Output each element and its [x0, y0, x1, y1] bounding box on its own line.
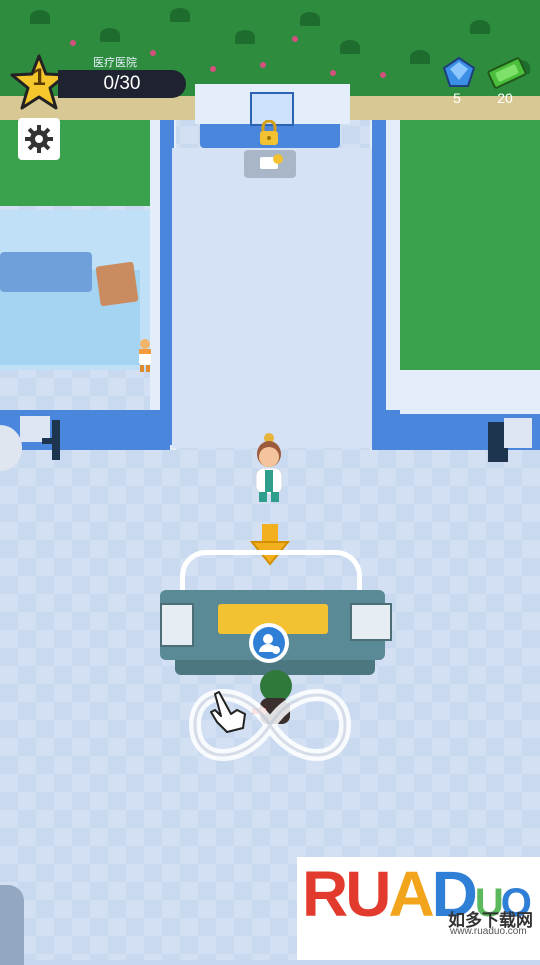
plant: [300, 12, 320, 26]
hospital-name: 医疗医院: [93, 57, 137, 69]
waiting-chair: [20, 416, 60, 460]
plant: [30, 10, 50, 24]
cardboard-box: [95, 261, 139, 307]
plant: [170, 8, 190, 22]
plant: [100, 28, 120, 42]
computer-monitor: [160, 603, 194, 647]
plant: [235, 30, 255, 44]
right-room-wall-top: [400, 370, 540, 414]
person-icon[interactable]: [248, 622, 290, 664]
computer-monitor: [350, 603, 392, 641]
flower: [210, 66, 216, 72]
gem-icon: [442, 56, 476, 87]
nurse-character: [139, 339, 151, 372]
cash-count: 20: [497, 90, 513, 106]
flower: [70, 40, 76, 46]
cash-icon: [487, 57, 527, 89]
lawn: [385, 120, 540, 370]
plant: [410, 50, 430, 64]
hand-pointer-icon: [210, 691, 246, 733]
flower: [260, 62, 266, 68]
gear-icon: [25, 125, 53, 153]
side-panel-tab[interactable]: [0, 885, 24, 965]
flower: [292, 36, 298, 42]
cash-icon: [260, 154, 283, 169]
bench: [0, 252, 92, 292]
doctor-player-character[interactable]: [248, 432, 290, 504]
settings-button[interactable]: [18, 118, 60, 160]
waiting-chair: [488, 418, 532, 462]
gem-count: 5: [453, 90, 461, 106]
plant: [340, 40, 360, 54]
watermark-url: www.ruaduo.com: [450, 926, 527, 937]
plant: [470, 20, 490, 34]
corridor-floor: [172, 148, 372, 448]
flower: [330, 70, 336, 76]
progress-text: 0/30: [103, 73, 141, 94]
unlock-cost-plate[interactable]: [244, 150, 296, 178]
corridor-wall-right-inner: [372, 120, 386, 445]
flower: [380, 72, 386, 78]
lock-icon[interactable]: [258, 120, 280, 146]
